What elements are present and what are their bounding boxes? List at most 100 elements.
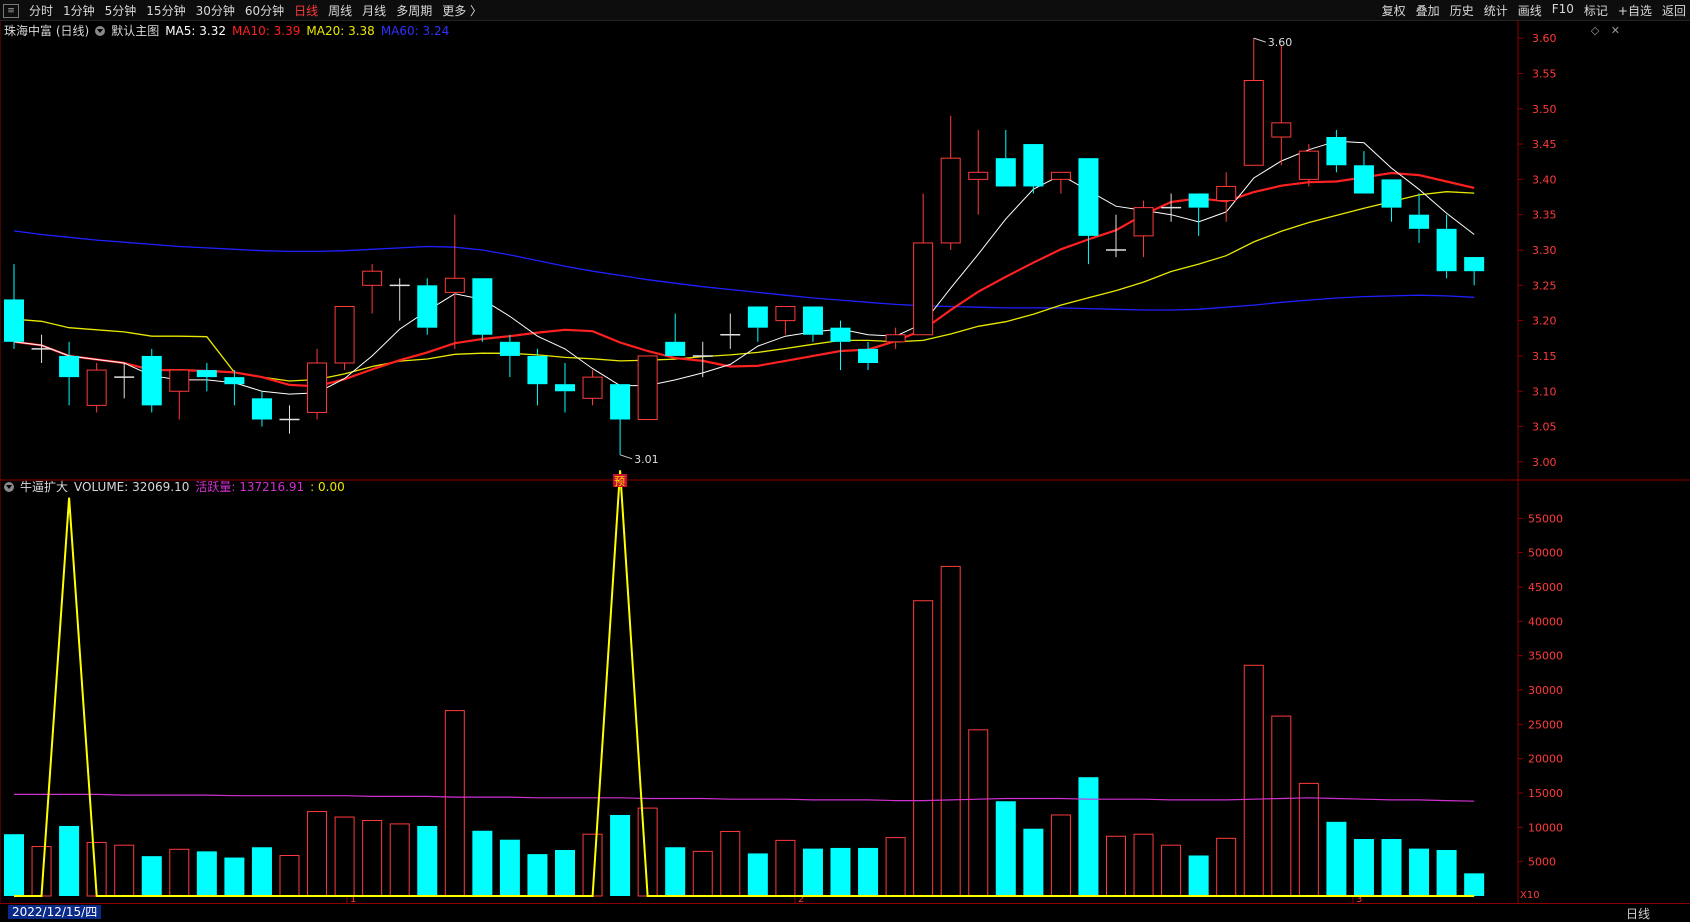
tool-button[interactable]: 历史: [1450, 2, 1474, 19]
volume-bar: [1243, 664, 1264, 897]
high-annotation: 3.60: [1268, 36, 1293, 49]
volume-tick-label: 45000: [1528, 581, 1563, 594]
candle-body: [1243, 80, 1264, 166]
price-tick-label: 3.10: [1532, 385, 1557, 398]
candle-body: [86, 369, 107, 406]
volume-bar: [362, 819, 383, 897]
volume-bar: [334, 816, 355, 897]
candle-body: [968, 171, 989, 180]
volume-bar: [169, 848, 190, 897]
candle-body: [1188, 193, 1209, 208]
candle-body: [417, 285, 438, 328]
candle-body: [1464, 257, 1485, 272]
kline-chart[interactable]: 3.00 3.05 3.10 3.15 3.20 3.25 3.30 3.35 3.40 3.45…: [0, 20, 1690, 903]
low-annotation: 3.01: [634, 453, 659, 466]
price-legend: 珠海中富 (日线) 默认主图 MA5: 3.32 MA10: 3.39 MA20…: [4, 22, 455, 39]
diamond-icon[interactable]: ◇: [1591, 24, 1599, 37]
period-tab[interactable]: 15分钟: [146, 2, 185, 19]
candle-body: [637, 355, 658, 420]
volume-tick-label: 30000: [1528, 684, 1563, 697]
volume-bar: [1409, 848, 1430, 896]
tool-button[interactable]: F10: [1552, 2, 1574, 19]
volume-bar: [555, 849, 575, 896]
candle-body: [1050, 171, 1071, 180]
ma5-line: [13, 140, 1475, 395]
candle-body: [747, 306, 768, 328]
period-tab[interactable]: 多周期: [396, 2, 432, 19]
tool-button[interactable]: 返回: [1662, 2, 1686, 19]
volume-bar: [858, 847, 879, 896]
period-tab[interactable]: 日线: [294, 2, 318, 19]
tool-button[interactable]: 叠加: [1416, 2, 1440, 19]
active-label: 活跃量: [195, 480, 232, 494]
indicator-name[interactable]: 牛逼扩大: [20, 478, 68, 495]
close-icon[interactable]: ✕: [1611, 24, 1620, 37]
volume-bar: [1326, 821, 1347, 896]
low-pointer: [619, 454, 633, 460]
price-tick-label: 3.05: [1532, 421, 1557, 434]
volume-bar: [307, 811, 328, 897]
volume-bar: [472, 830, 493, 896]
candle-body: [444, 277, 465, 293]
template-name[interactable]: 默认主图: [111, 22, 159, 39]
period-tab[interactable]: 月线: [362, 2, 386, 19]
candle-body: [775, 306, 796, 322]
volume-legend: 牛逼扩大 VOLUME: 32069.10 活跃量 : 137216.91 : …: [4, 478, 351, 495]
ma20-line: [13, 191, 1475, 382]
period-toolbar: ≡ 分时 1分钟 5分钟 15分钟 30分钟 60分钟 日线 周线 月线 多周期 更多 〉 复权 叠加…: [0, 0, 1690, 21]
dropdown-icon[interactable]: [95, 25, 106, 36]
volume-tick-label: 55000: [1528, 512, 1563, 525]
volume-tick-label: 5000: [1528, 856, 1556, 869]
period-label: 日线: [1625, 907, 1650, 921]
candle-body: [1298, 150, 1319, 180]
period-tab[interactable]: 更多 〉: [442, 2, 482, 19]
volume-bar: [747, 853, 768, 896]
volume-bar: [417, 825, 438, 896]
candle-body: [802, 306, 823, 335]
period-tab[interactable]: 5分钟: [105, 2, 137, 19]
volume-tick-label: 20000: [1528, 753, 1563, 766]
volume-bar: [141, 856, 162, 896]
candle-body: [527, 355, 548, 385]
candle-body: [307, 362, 328, 413]
date-axis-bar: 2022/12/15/四 日线: [0, 903, 1690, 921]
volume-bar: [1050, 814, 1071, 897]
volume-bar: [775, 839, 796, 897]
volume-bar: [1216, 837, 1237, 897]
period-tab[interactable]: 30分钟: [196, 2, 235, 19]
candle-body: [1133, 207, 1154, 237]
candle-body: [4, 299, 24, 342]
tool-button[interactable]: 标记: [1584, 2, 1608, 19]
volume-bar: [940, 565, 961, 897]
volume-bar: [610, 814, 631, 896]
panel-controls: ◇ ✕: [1591, 24, 1620, 37]
dropdown-icon[interactable]: [4, 481, 14, 492]
volume-bar: [1298, 782, 1319, 897]
period-tab[interactable]: 周线: [328, 2, 352, 19]
volume-bar: [1078, 777, 1099, 896]
extra-value: : 0.00: [310, 479, 345, 494]
volume-bar: [995, 801, 1016, 896]
period-tab[interactable]: 60分钟: [245, 2, 284, 19]
tool-button[interactable]: 画线: [1518, 2, 1542, 19]
menu-icon[interactable]: ≡: [3, 3, 19, 18]
volume-bar: [251, 847, 272, 896]
price-tick-label: 3.45: [1532, 138, 1557, 151]
tool-button[interactable]: +自选: [1618, 2, 1652, 19]
candle-body: [610, 384, 631, 420]
tool-button[interactable]: 复权: [1382, 2, 1406, 19]
candle-body: [1326, 137, 1347, 166]
volume-bar: [1353, 839, 1374, 896]
candle-body: [995, 158, 1016, 187]
tool-button[interactable]: 统计: [1484, 2, 1508, 19]
price-tick-label: 3.25: [1532, 279, 1557, 292]
period-tab[interactable]: 分时: [29, 2, 53, 19]
volume-bar: [196, 851, 217, 896]
volume-bar: [389, 823, 410, 897]
volume-bar: [665, 847, 686, 896]
volume-bar: [527, 854, 548, 896]
period-tab[interactable]: 1分钟: [63, 2, 95, 19]
candle-body: [1216, 185, 1237, 202]
tool-buttons: 复权 叠加 历史 统计 画线 F10 标记 +自选 返回: [1372, 2, 1686, 19]
volume-bar: [1436, 849, 1457, 896]
